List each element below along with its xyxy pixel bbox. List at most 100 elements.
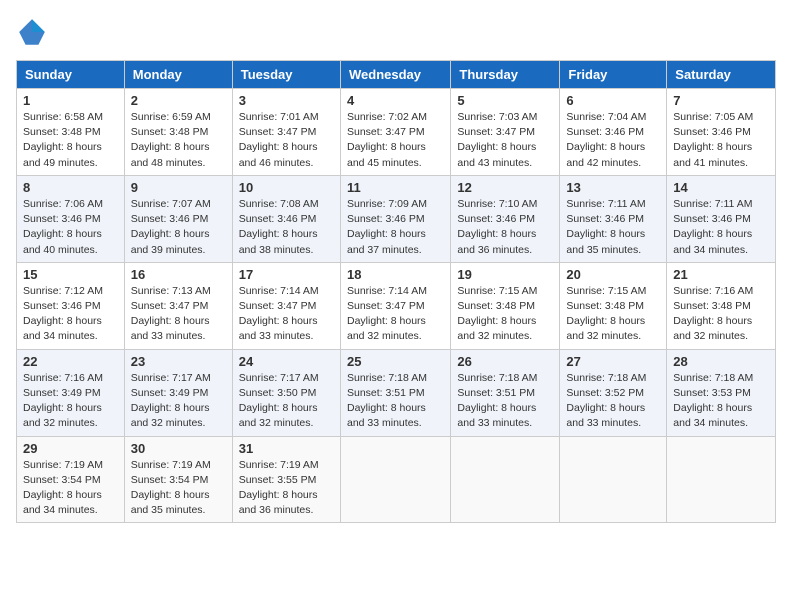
column-header-sunday: Sunday: [17, 61, 125, 89]
calendar-cell: 11Sunrise: 7:09 AM Sunset: 3:46 PM Dayli…: [340, 175, 450, 262]
day-info: Sunrise: 7:10 AM Sunset: 3:46 PM Dayligh…: [457, 197, 553, 258]
day-number: 7: [673, 93, 769, 108]
day-info: Sunrise: 7:12 AM Sunset: 3:46 PM Dayligh…: [23, 284, 118, 345]
calendar-cell: 26 Sunrise: 7:18 AM Sunset: 3:51 PM Dayli…: [451, 349, 560, 436]
calendar-cell: 30Sunrise: 7:19 AM Sunset: 3:54 PM Dayli…: [124, 436, 232, 523]
calendar-cell: 20 Sunrise: 7:15 AM Sunset: 3:48 PM Dayli…: [560, 262, 667, 349]
calendar-table: SundayMondayTuesdayWednesdayThursdayFrid…: [16, 60, 776, 523]
calendar-body: 1Sunrise: 6:58 AM Sunset: 3:48 PM Daylig…: [17, 89, 776, 523]
week-row-2: 8 Sunrise: 7:06 AM Sunset: 3:46 PM Daylig…: [17, 175, 776, 262]
calendar-cell: 8 Sunrise: 7:06 AM Sunset: 3:46 PM Daylig…: [17, 175, 125, 262]
calendar-cell: 14Sunrise: 7:11 AM Sunset: 3:46 PM Dayli…: [667, 175, 776, 262]
calendar-cell: 10 Sunrise: 7:08 AM Sunset: 3:46 PM Dayli…: [232, 175, 340, 262]
calendar-cell: 21 Sunrise: 7:16 AM Sunset: 3:48 PM Dayli…: [667, 262, 776, 349]
day-number: 19: [457, 267, 553, 282]
column-header-monday: Monday: [124, 61, 232, 89]
day-info: Sunrise: 7:16 AM Sunset: 3:48 PM Dayligh…: [673, 284, 769, 345]
day-number: 21: [673, 267, 769, 282]
day-number: 2: [131, 93, 226, 108]
day-info: Sunrise: 7:14 AM Sunset: 3:47 PM Dayligh…: [239, 284, 334, 345]
calendar-cell: 28Sunrise: 7:18 AM Sunset: 3:53 PM Dayli…: [667, 349, 776, 436]
day-info: Sunrise: 6:59 AM Sunset: 3:48 PM Dayligh…: [131, 110, 226, 171]
day-info: Sunrise: 7:17 AM Sunset: 3:49 PM Dayligh…: [131, 371, 226, 432]
day-number: 15: [23, 267, 118, 282]
day-number: 27: [566, 354, 660, 369]
day-number: 26: [457, 354, 553, 369]
day-number: 5: [457, 93, 553, 108]
calendar-cell: 17 Sunrise: 7:14 AM Sunset: 3:47 PM Dayli…: [232, 262, 340, 349]
day-info: Sunrise: 7:06 AM Sunset: 3:46 PM Dayligh…: [23, 197, 118, 258]
day-number: 3: [239, 93, 334, 108]
calendar-cell: 18 Sunrise: 7:14 AM Sunset: 3:47 PM Dayli…: [340, 262, 450, 349]
day-info: Sunrise: 7:07 AM Sunset: 3:46 PM Dayligh…: [131, 197, 226, 258]
calendar-cell: 3 Sunrise: 7:01 AM Sunset: 3:47 PM Daylig…: [232, 89, 340, 176]
calendar-cell: [340, 436, 450, 523]
calendar-cell: 29 Sunrise: 7:19 AM Sunset: 3:54 PM Dayli…: [17, 436, 125, 523]
calendar-cell: [667, 436, 776, 523]
day-number: 22: [23, 354, 118, 369]
day-info: Sunrise: 7:03 AM Sunset: 3:47 PM Dayligh…: [457, 110, 553, 171]
day-info: Sunrise: 7:11 AM Sunset: 3:46 PM Dayligh…: [566, 197, 660, 258]
logo-icon: [16, 16, 48, 48]
calendar-cell: 5 Sunrise: 7:03 AM Sunset: 3:47 PM Daylig…: [451, 89, 560, 176]
page-header: [16, 16, 776, 48]
day-info: Sunrise: 7:17 AM Sunset: 3:50 PM Dayligh…: [239, 371, 334, 432]
day-info: Sunrise: 7:19 AM Sunset: 3:55 PM Dayligh…: [239, 458, 334, 519]
day-info: Sunrise: 7:15 AM Sunset: 3:48 PM Dayligh…: [566, 284, 660, 345]
day-number: 13: [566, 180, 660, 195]
calendar-cell: 19 Sunrise: 7:15 AM Sunset: 3:48 PM Dayli…: [451, 262, 560, 349]
calendar-cell: [451, 436, 560, 523]
day-number: 18: [347, 267, 444, 282]
day-info: Sunrise: 7:08 AM Sunset: 3:46 PM Dayligh…: [239, 197, 334, 258]
day-info: Sunrise: 7:18 AM Sunset: 3:53 PM Dayligh…: [673, 371, 769, 432]
column-header-thursday: Thursday: [451, 61, 560, 89]
day-info: Sunrise: 7:15 AM Sunset: 3:48 PM Dayligh…: [457, 284, 553, 345]
calendar-cell: 13 Sunrise: 7:11 AM Sunset: 3:46 PM Dayli…: [560, 175, 667, 262]
day-number: 29: [23, 441, 118, 456]
calendar-cell: 16 Sunrise: 7:13 AM Sunset: 3:47 PM Dayli…: [124, 262, 232, 349]
day-number: 25: [347, 354, 444, 369]
day-number: 14: [673, 180, 769, 195]
column-header-tuesday: Tuesday: [232, 61, 340, 89]
day-number: 30: [131, 441, 226, 456]
day-number: 10: [239, 180, 334, 195]
day-number: 9: [131, 180, 226, 195]
calendar-cell: 9 Sunrise: 7:07 AM Sunset: 3:46 PM Daylig…: [124, 175, 232, 262]
day-number: 4: [347, 93, 444, 108]
week-row-3: 15 Sunrise: 7:12 AM Sunset: 3:46 PM Dayli…: [17, 262, 776, 349]
day-info: Sunrise: 7:02 AM Sunset: 3:47 PM Dayligh…: [347, 110, 444, 171]
calendar-cell: 31 Sunrise: 7:19 AM Sunset: 3:55 PM Dayli…: [232, 436, 340, 523]
day-info: Sunrise: 7:19 AM Sunset: 3:54 PM Dayligh…: [23, 458, 118, 519]
day-number: 12: [457, 180, 553, 195]
day-number: 23: [131, 354, 226, 369]
calendar-cell: 23 Sunrise: 7:17 AM Sunset: 3:49 PM Dayli…: [124, 349, 232, 436]
column-header-wednesday: Wednesday: [340, 61, 450, 89]
day-info: Sunrise: 7:16 AM Sunset: 3:49 PM Dayligh…: [23, 371, 118, 432]
day-info: Sunrise: 7:01 AM Sunset: 3:47 PM Dayligh…: [239, 110, 334, 171]
column-header-friday: Friday: [560, 61, 667, 89]
week-row-4: 22 Sunrise: 7:16 AM Sunset: 3:49 PM Dayli…: [17, 349, 776, 436]
day-info: Sunrise: 7:14 AM Sunset: 3:47 PM Dayligh…: [347, 284, 444, 345]
day-info: Sunrise: 7:04 AM Sunset: 3:46 PM Dayligh…: [566, 110, 660, 171]
day-info: Sunrise: 7:18 AM Sunset: 3:52 PM Dayligh…: [566, 371, 660, 432]
day-number: 17: [239, 267, 334, 282]
calendar-cell: 24Sunrise: 7:17 AM Sunset: 3:50 PM Dayli…: [232, 349, 340, 436]
calendar-cell: 7 Sunrise: 7:05 AM Sunset: 3:46 PM Daylig…: [667, 89, 776, 176]
column-header-saturday: Saturday: [667, 61, 776, 89]
calendar-cell: 6 Sunrise: 7:04 AM Sunset: 3:46 PM Daylig…: [560, 89, 667, 176]
calendar-cell: 22 Sunrise: 7:16 AM Sunset: 3:49 PM Dayli…: [17, 349, 125, 436]
day-info: Sunrise: 7:18 AM Sunset: 3:51 PM Dayligh…: [457, 371, 553, 432]
header-row: SundayMondayTuesdayWednesdayThursdayFrid…: [17, 61, 776, 89]
week-row-1: 1Sunrise: 6:58 AM Sunset: 3:48 PM Daylig…: [17, 89, 776, 176]
day-number: 20: [566, 267, 660, 282]
day-number: 31: [239, 441, 334, 456]
day-info: Sunrise: 7:13 AM Sunset: 3:47 PM Dayligh…: [131, 284, 226, 345]
day-number: 8: [23, 180, 118, 195]
calendar-cell: 1Sunrise: 6:58 AM Sunset: 3:48 PM Daylig…: [17, 89, 125, 176]
day-info: Sunrise: 7:05 AM Sunset: 3:46 PM Dayligh…: [673, 110, 769, 171]
day-info: Sunrise: 7:09 AM Sunset: 3:46 PM Dayligh…: [347, 197, 444, 258]
day-number: 6: [566, 93, 660, 108]
day-info: Sunrise: 6:58 AM Sunset: 3:48 PM Dayligh…: [23, 110, 118, 171]
day-number: 16: [131, 267, 226, 282]
calendar-cell: 25Sunrise: 7:18 AM Sunset: 3:51 PM Dayli…: [340, 349, 450, 436]
